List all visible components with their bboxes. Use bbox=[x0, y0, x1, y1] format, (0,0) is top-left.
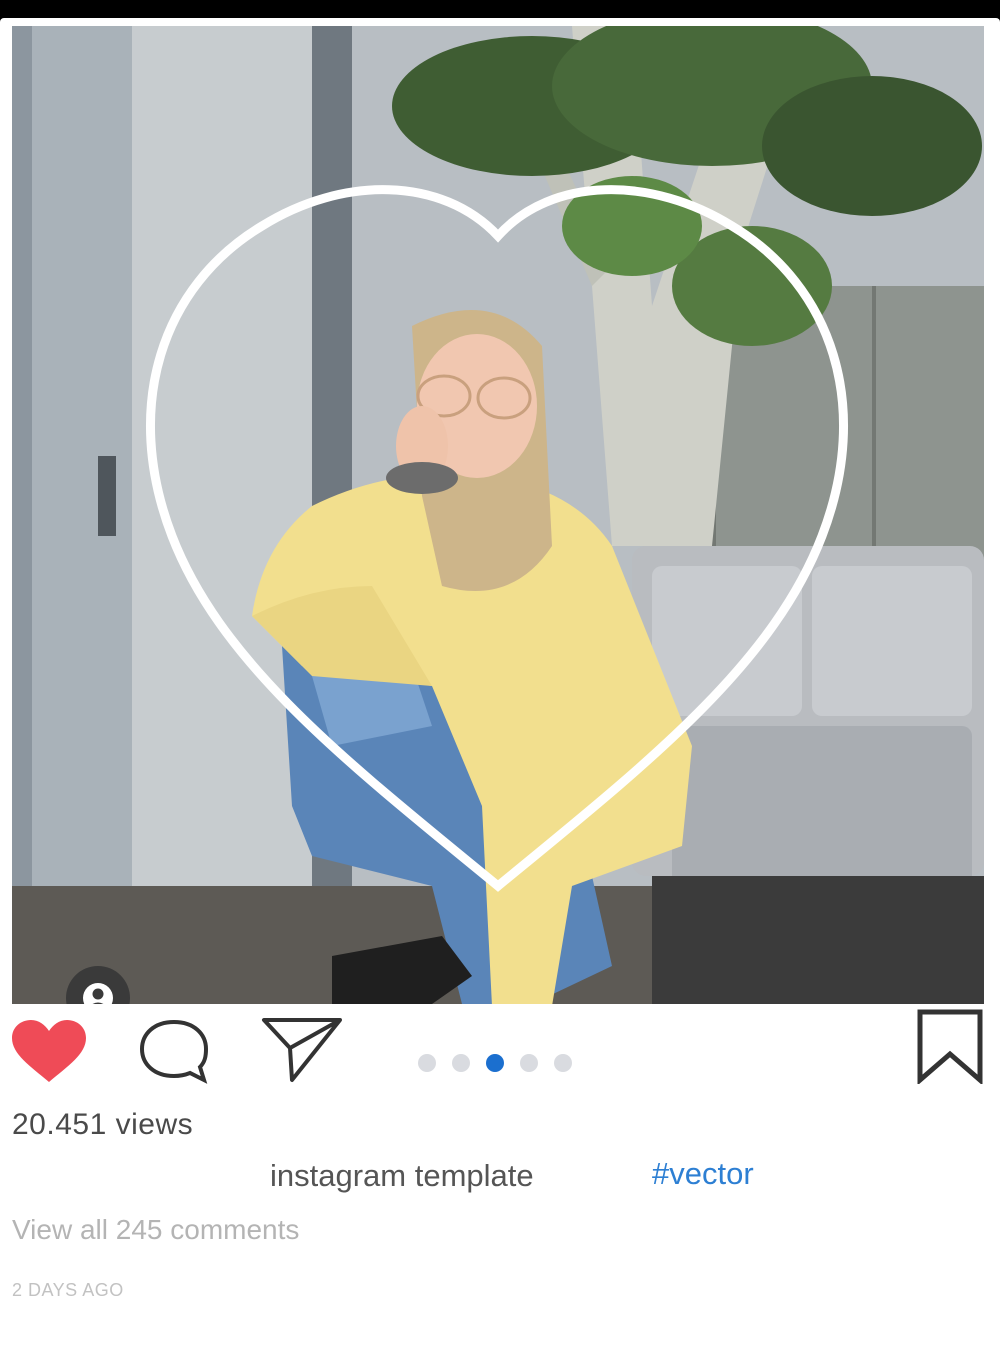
carousel-dot-active[interactable] bbox=[486, 1054, 504, 1072]
post-image[interactable] bbox=[12, 26, 984, 1004]
post-timestamp: 2 DAYS AGO bbox=[12, 1280, 124, 1300]
paper-plane-icon[interactable] bbox=[260, 1014, 344, 1084]
views-count: 20.451 views bbox=[12, 1108, 194, 1141]
comment-bubble-icon[interactable] bbox=[138, 1018, 210, 1084]
carousel-dot[interactable] bbox=[418, 1054, 436, 1072]
post-card: 20.451 views instagram template #vector … bbox=[0, 18, 1000, 1350]
post-caption: instagram template bbox=[270, 1158, 534, 1193]
carousel-dot[interactable] bbox=[554, 1054, 572, 1072]
carousel-dot[interactable] bbox=[452, 1054, 470, 1072]
carousel-indicator bbox=[418, 1054, 572, 1072]
carousel-dot[interactable] bbox=[520, 1054, 538, 1072]
view-comments-link[interactable]: View all 245 comments bbox=[12, 1214, 299, 1246]
bookmark-icon[interactable] bbox=[916, 1008, 984, 1084]
post-photo-illustration bbox=[12, 26, 984, 1004]
hashtag-link[interactable]: #vector bbox=[652, 1156, 754, 1192]
heart-filled-icon[interactable] bbox=[10, 1018, 88, 1084]
user-icon bbox=[83, 983, 113, 1004]
